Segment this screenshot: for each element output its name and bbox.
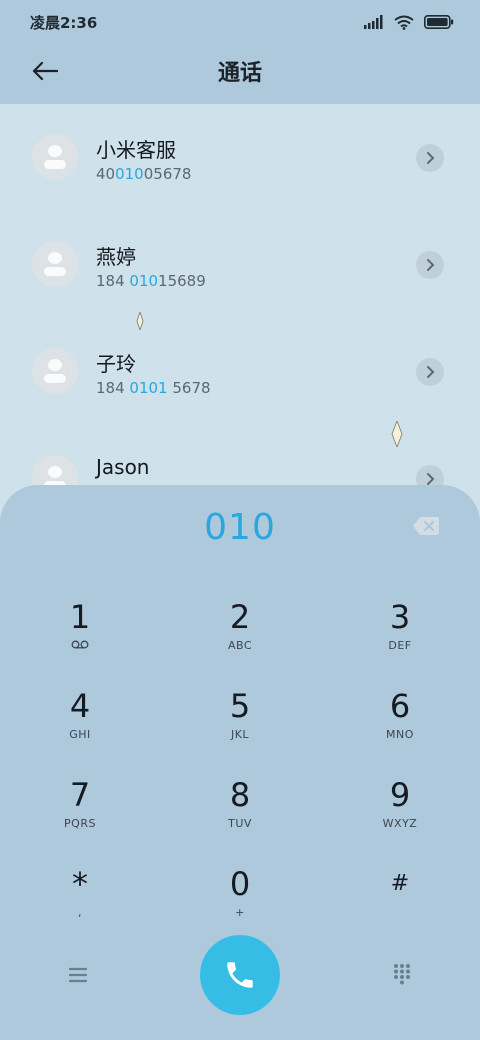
backspace-icon[interactable]	[412, 515, 440, 537]
bottom-action-bar	[0, 935, 480, 1025]
keypad-icon[interactable]	[392, 963, 412, 985]
contact-number: 184 01015689	[96, 272, 206, 290]
contact-row[interactable]: 子玲 184 0101 5678	[0, 318, 480, 425]
chevron-right-icon	[427, 366, 435, 378]
key-hash[interactable]: #	[340, 864, 460, 944]
contact-name: Jason	[96, 455, 150, 479]
match-highlight: 010	[129, 272, 159, 290]
sparkle-icon	[136, 312, 144, 330]
avatar	[32, 241, 78, 287]
dialed-number: 010	[204, 507, 276, 548]
contact-number: 184 0101 5678	[96, 379, 211, 397]
key-8[interactable]: 8 TUV	[180, 775, 300, 855]
voicemail-icon	[71, 640, 89, 649]
contact-row[interactable]: 小米客服 4001005678	[0, 104, 480, 211]
chevron-right-icon	[427, 259, 435, 271]
phone-icon	[227, 962, 253, 988]
signal-icon	[364, 15, 383, 29]
status-icons	[364, 12, 454, 32]
match-highlight: 010	[115, 165, 144, 183]
contact-detail-button[interactable]	[416, 251, 444, 279]
contact-row[interactable]: 燕婷 184 01015689	[0, 211, 480, 318]
wifi-icon	[394, 15, 414, 30]
contact-detail-button[interactable]	[416, 144, 444, 172]
chevron-right-icon	[427, 152, 435, 164]
key-4[interactable]: 4 GHI	[20, 686, 140, 766]
contact-number: 4001005678	[96, 165, 192, 183]
battery-icon	[424, 15, 454, 29]
key-1[interactable]: 1	[20, 597, 140, 677]
avatar	[32, 134, 78, 180]
menu-icon[interactable]	[66, 965, 90, 985]
sparkle-icon	[391, 421, 403, 447]
contact-detail-button[interactable]	[416, 358, 444, 386]
chevron-right-icon	[427, 473, 435, 485]
dialpad-panel: 010 1 2 ABC 3 DEF 4 GHI 5 JKL 6 MNO 7 PQ…	[0, 485, 480, 1040]
page-title: 通话	[217, 61, 262, 86]
key-0[interactable]: 0 +	[180, 864, 300, 944]
key-9[interactable]: 9 WXYZ	[340, 775, 460, 855]
contact-name: 子玲	[96, 352, 136, 376]
key-3[interactable]: 3 DEF	[340, 597, 460, 677]
status-time: 凌晨2:36	[30, 14, 98, 32]
key-2[interactable]: 2 ABC	[180, 597, 300, 677]
top-bar: 凌晨2:36 通话	[0, 0, 480, 104]
key-star[interactable]: * ,	[20, 864, 140, 944]
phone-screen: 凌晨2:36 通话 小米客服 4001005678 燕婷 184 0101568…	[0, 0, 480, 1040]
key-5[interactable]: 5 JKL	[180, 686, 300, 766]
contact-name: 燕婷	[96, 245, 136, 269]
contact-list: 小米客服 4001005678 燕婷 184 01015689 子玲 184 0…	[0, 104, 480, 504]
call-button[interactable]	[200, 935, 280, 1015]
avatar	[32, 348, 78, 394]
key-6[interactable]: 6 MNO	[340, 686, 460, 766]
contact-name: 小米客服	[96, 138, 176, 162]
key-7[interactable]: 7 PQRS	[20, 775, 140, 855]
match-highlight: 0101	[129, 379, 168, 397]
